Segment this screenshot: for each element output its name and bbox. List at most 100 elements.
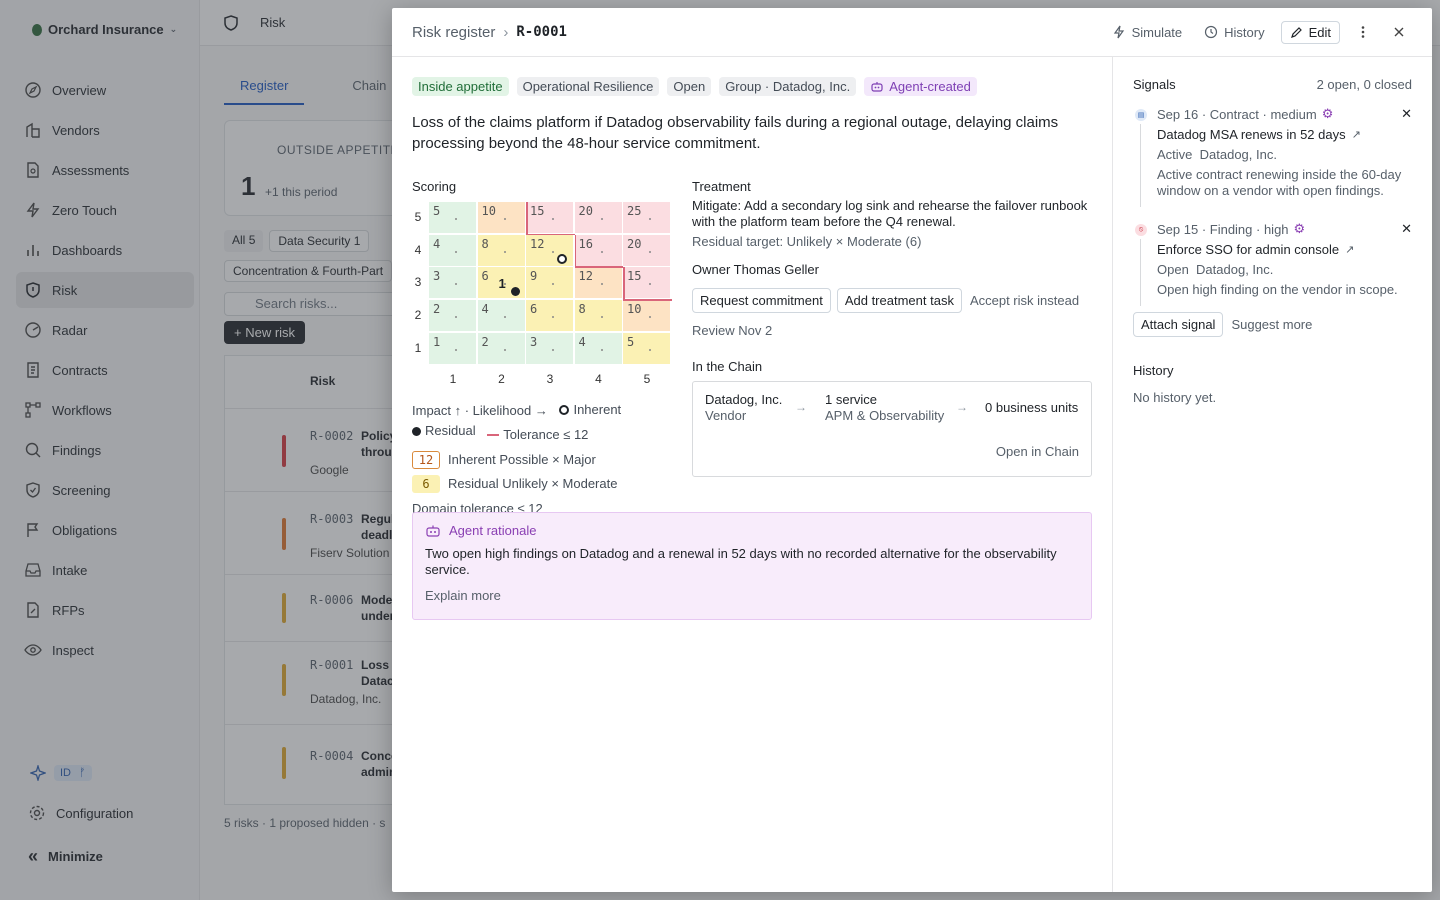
heatmap-cell[interactable]: 5 [623,332,670,364]
breadcrumb-risk-register[interactable]: Risk register [412,24,495,41]
signal-vendor: Datadog, Inc. [1196,262,1274,277]
heatmap-cell[interactable]: 5 [429,202,476,233]
heatmap-cell[interactable]: 15 [623,267,670,299]
scoring-section: Scoring 5 5 10 15 20 25 4 4 8 12 16 20 3 3 6 9 12 15 2 2 4 6 8… [412,179,674,516]
heatmap-cell[interactable]: 16 [574,234,622,266]
arrow-right-icon: → [956,400,968,414]
tolerance-line-icon [487,433,500,436]
more-options-icon[interactable] [1350,19,1376,45]
heatmap-cell[interactable]: 2 [477,332,525,364]
heatmap-cell[interactable]: 10 [477,202,525,233]
signal-title-link[interactable]: Datadog MSA renews in 52 days ↗ [1157,127,1412,142]
inherent-score-row: 12 Inherent Possible × Major [412,450,674,469]
signal-item: ⦸ Sep 15 · Finding · high ⚙ Enforce SSO f… [1133,221,1412,306]
signal-title: Enforce SSO for admin console [1157,242,1340,257]
heatmap-cell[interactable]: 1 [429,332,476,364]
heatmap-row-label: 1 [414,340,422,355]
signal-meta: Sep 16 · Contract · medium ⚙ [1157,106,1412,122]
heatmap-cell[interactable]: 3 [429,267,476,299]
tolerance-boundary [526,202,528,235]
rationale-title-label: Agent rationale [449,523,537,538]
legend-inherent: Inherent [559,400,621,420]
signal-status-line: Active Datadog, Inc. [1157,147,1412,162]
appetite-badge: Inside appetite [412,77,509,96]
heatmap-cell[interactable]: 4 [429,234,476,266]
explain-more-button[interactable]: Explain more [425,588,1079,603]
close-icon[interactable] [1386,19,1412,45]
heatmap-cell[interactable]: 15 [526,202,573,233]
scoring-title: Scoring [412,179,457,194]
risk-heatmap: 5 5 10 15 20 25 4 4 8 12 16 20 3 3 6 9 12 15 2 2 4 6 8 10 1 1 2 3 4 5… [412,202,674,386]
history-title: History [1133,363,1174,378]
treatment-actions: Request commitment Add treatment task Ac… [692,288,1092,313]
heatmap-cell[interactable]: 6 [526,300,573,332]
legend-tolerance-label: Tolerance ≤ 12 [503,426,589,442]
signal-item: ▤ Sep 16 · Contract · medium ⚙ Datadog MS… [1133,106,1412,207]
simulate-label: Simulate [1131,24,1183,40]
timeline-line [1140,124,1141,207]
heatmap-cell[interactable]: 12 [574,267,622,299]
treatment-text: Mitigate: Add a secondary log sink and r… [692,198,1088,229]
legend-residual-label: Residual [425,423,476,438]
inherent-marker[interactable] [557,253,567,264]
accept-risk-button[interactable]: Accept risk instead [968,289,1081,312]
heatmap-cell[interactable]: 20 [623,234,670,266]
simulate-button[interactable]: Simulate [1106,21,1189,44]
close-icon[interactable]: ✕ [1401,106,1412,122]
risk-summary: Loss of the claims platform if Datadog o… [412,114,1059,152]
heatmap-cell[interactable]: 10 [623,300,670,332]
breadcrumb-separator: › [503,23,509,41]
history-empty: No history yet. [1133,390,1217,405]
legend-inherent-label: Inherent [573,402,622,417]
heatmap-col-label: 5 [643,372,651,386]
signal-meta: Sep 15 · Finding · high ⚙ [1157,221,1412,237]
chain-service-name: APM & Observability [825,408,945,423]
heatmap-cell[interactable]: 3 [526,332,573,364]
signal-title-link[interactable]: Enforce SSO for admin console ↗ [1157,242,1412,257]
heatmap-cell[interactable]: 2 [429,300,476,332]
heatmap-cell[interactable]: 4 [574,332,622,364]
chain-service[interactable]: 1 service APM & Observability [825,392,944,424]
contract-signal-icon: ▤ [1135,109,1147,121]
add-treatment-task-button[interactable]: Add treatment task [836,288,962,313]
heatmap-cell[interactable]: 4 [477,300,525,332]
chain-units[interactable]: 0 business units [985,400,1078,416]
signal-status-line: Open Datadog, Inc. [1157,262,1412,277]
residual-score-row: 6 Residual Unlikely × Moderate [412,474,674,493]
attach-signal-button[interactable]: Attach signal [1133,312,1224,337]
lightning-icon [1113,25,1124,39]
signals-summary: 2 open, 0 closed [1316,77,1412,92]
tolerance-boundary [623,267,625,301]
group-badge: Group · Datadog, Inc. [719,77,857,96]
chain-vendor[interactable]: Datadog, Inc. Vendor [705,392,782,424]
heatmap-cell[interactable]: 9 [526,267,573,299]
review-date[interactable]: Review Nov 2 [692,323,1092,339]
history-button[interactable]: History [1198,21,1270,44]
request-commitment-button[interactable]: Request commitment [692,288,831,313]
rationale-title: Agent rationale [425,523,1079,538]
agent-created-badge: Agent-created [864,77,977,96]
open-in-chain-link[interactable]: Open in Chain [996,444,1079,459]
heatmap-cell-count: 1 [498,276,506,292]
heatmap-col-label: 1 [449,372,457,386]
residual-marker[interactable] [510,287,520,297]
heatmap-row-label: 2 [414,308,422,323]
chain-title: In the Chain [692,359,763,374]
signal-description: Active contract renewing inside the 60-d… [1157,167,1402,198]
edit-button[interactable]: Edit [1280,20,1340,44]
heatmap-cell[interactable]: 20 [574,202,622,233]
legend-residual: Residual [412,421,476,441]
residual-score-text: Residual Unlikely × Moderate [448,476,618,491]
rationale-body: Two open high findings on Datadog and a … [425,546,1057,577]
tolerance-boundary [623,299,672,301]
signal-actions: Attach signal Suggest more [1133,312,1412,337]
heatmap-cell[interactable]: 8 [574,300,622,332]
heatmap-cell[interactable]: 8 [477,234,525,266]
history-icon [1205,25,1218,39]
close-icon[interactable]: ✕ [1401,221,1412,237]
robot-icon: ⚙ [1321,106,1334,121]
inherent-score-text: Inherent Possible × Major [448,452,596,467]
suggest-more-button[interactable]: Suggest more [1229,313,1314,336]
heatmap-col-label: 4 [595,372,602,386]
heatmap-cell[interactable]: 25 [623,202,670,233]
